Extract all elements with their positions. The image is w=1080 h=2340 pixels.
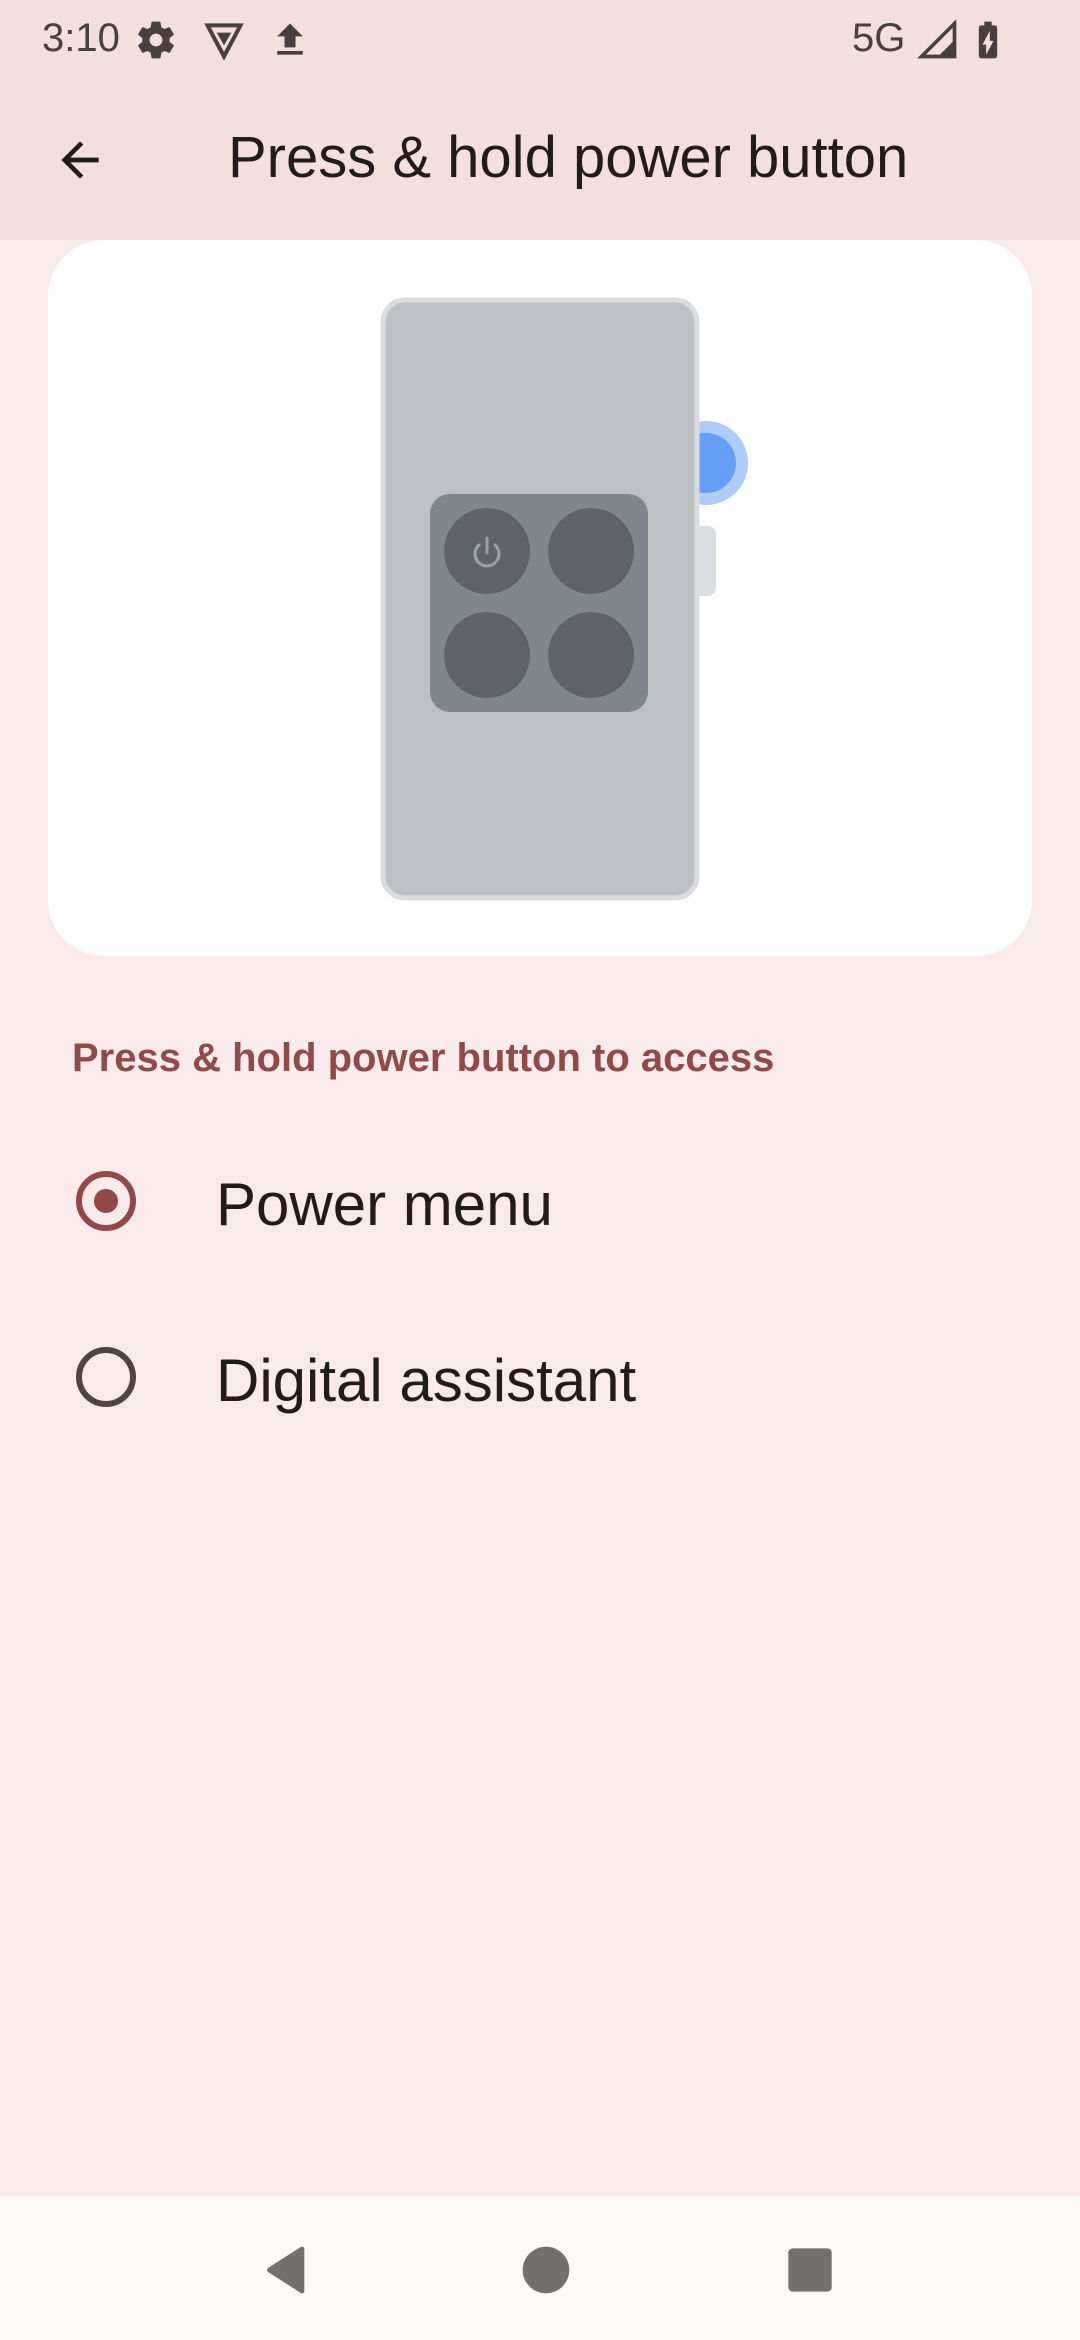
- arrow-back-icon: [61, 141, 99, 179]
- status-bar: 3:10 5G: [0, 0, 1080, 80]
- option-label: Digital assistant: [216, 1347, 637, 1414]
- nav-home-button[interactable]: [508, 2232, 584, 2308]
- home-circle-icon: [522, 2246, 570, 2294]
- phone-illustration: [380, 297, 748, 901]
- nav-recents-button[interactable]: [772, 2232, 848, 2308]
- vpn-shield-icon: [202, 18, 246, 62]
- page-title: Press & hold power button: [228, 125, 909, 190]
- option-label: Power menu: [216, 1171, 553, 1238]
- network-type: 5G: [852, 16, 906, 60]
- radio-button-unselected[interactable]: [76, 1347, 136, 1407]
- back-triangle-icon: [267, 2246, 305, 2294]
- status-time: 3:10: [42, 16, 120, 60]
- illustration-card: [48, 240, 1032, 956]
- radio-button-selected[interactable]: [76, 1171, 136, 1231]
- upload-icon: [268, 18, 312, 62]
- option-power-menu[interactable]: Power menu: [0, 1116, 1080, 1286]
- signal-icon: [916, 18, 960, 62]
- radio-dot: [94, 1189, 118, 1213]
- nav-back-button[interactable]: [250, 2232, 326, 2308]
- recents-square-icon: [788, 2248, 832, 2292]
- battery-charging-icon: [966, 18, 1010, 62]
- option-digital-assistant[interactable]: Digital assistant: [0, 1292, 1080, 1462]
- navigation-bar: [0, 2196, 1080, 2340]
- section-header: Press & hold power button to access: [72, 1036, 775, 1080]
- back-button[interactable]: [40, 120, 120, 200]
- gear-icon: [134, 18, 178, 62]
- app-bar: Press & hold power button: [0, 80, 1080, 240]
